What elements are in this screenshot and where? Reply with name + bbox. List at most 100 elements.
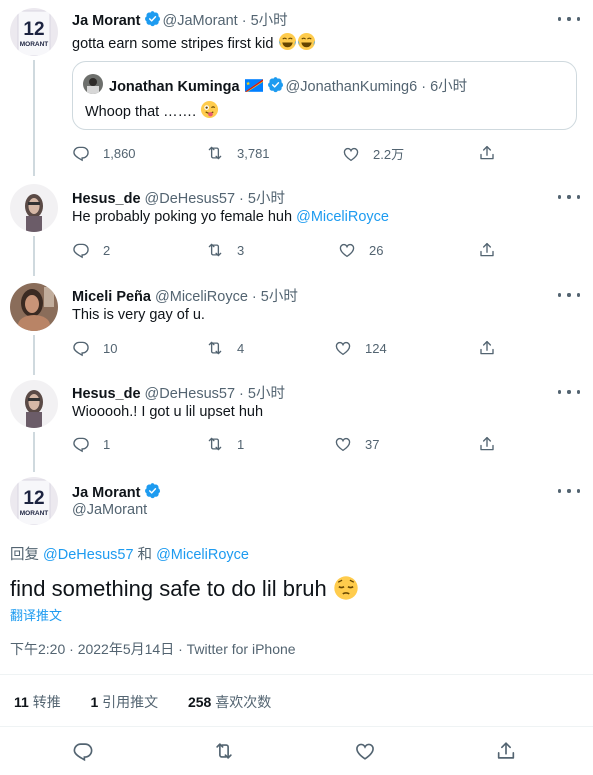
reply-joiner: 和 (133, 547, 157, 563)
reply-button[interactable]: 1,860 (72, 144, 136, 162)
translate-label[interactable]: 翻译推文 (10, 608, 62, 623)
tweet-text: He probably poking yo female huh @Miceli… (72, 209, 389, 225)
avatar (83, 74, 103, 94)
tweet-timestamp[interactable]: 下午2:20 · 2022年5月14日 · Twitter for iPhone (10, 641, 296, 657)
retweets-label: 转推 (32, 694, 61, 710)
reply-count: 1,860 (103, 145, 136, 161)
retweet-button[interactable] (213, 740, 235, 762)
retweet-button[interactable]: 3 (206, 241, 244, 259)
share-icon (478, 241, 496, 259)
verified-icon (144, 10, 161, 27)
mention-link[interactable]: @DeHesus57 (43, 547, 133, 563)
reply-button[interactable]: 2 (72, 241, 110, 259)
share-button[interactable] (478, 144, 496, 162)
main-tweet-text: find something safe to do lil bruh (10, 575, 359, 602)
likes-count: 258 (187, 694, 212, 710)
more-options-icon[interactable] (558, 483, 580, 499)
tweet-text-content: Wiooooh.! I got u lil upset huh (72, 404, 264, 420)
reply-icon (72, 339, 90, 357)
quotes-stat[interactable]: 1 引用推文 (90, 694, 158, 710)
more-options-icon[interactable] (558, 287, 580, 303)
reply-button[interactable]: 1 (72, 435, 110, 453)
author-handle[interactable]: @DeHesus57 (145, 386, 235, 402)
share-button[interactable] (478, 339, 496, 357)
like-count: 37 (365, 436, 380, 452)
author-name[interactable]: Hesus_de (72, 191, 141, 207)
more-options-icon[interactable] (558, 384, 580, 400)
tweet-text-content: This is very gay of u. (72, 307, 205, 323)
like-button[interactable]: 2.2万 (342, 144, 404, 163)
reply-icon (72, 144, 90, 162)
tweet-stats: 11 转推 1 引用推文 258 喜欢次数 (14, 692, 271, 712)
avatar[interactable] (10, 184, 58, 232)
retweet-count: 4 (237, 340, 245, 356)
more-options-icon[interactable] (558, 189, 580, 205)
like-button[interactable]: 26 (338, 241, 383, 259)
tweet-actions: 1,860 3,781 2.2万 (72, 144, 577, 164)
share-icon (495, 740, 517, 762)
tweet-meta: 下午2:20 · 2022年5月14日 · Twitter for iPhone (10, 639, 296, 659)
avatar[interactable] (10, 380, 58, 428)
author-name[interactable]: Hesus_de (72, 386, 141, 402)
author-handle[interactable]: @JaMorant (163, 13, 238, 29)
like-count: 124 (365, 340, 387, 356)
author-name[interactable]: Ja Morant (72, 485, 141, 501)
retweet-count: 3 (237, 242, 245, 258)
like-icon (354, 740, 376, 762)
tweet-time[interactable]: 5小时 (261, 289, 298, 305)
quoted-tweet-text: Whoop that ……. (85, 100, 219, 120)
avatar[interactable] (10, 283, 58, 331)
author-name: Jonathan Kuminga (109, 79, 240, 95)
reply-icon (72, 740, 94, 762)
more-options-icon[interactable] (558, 11, 580, 27)
share-button[interactable] (478, 435, 496, 453)
tweet-header: Hesus_de @DeHesus57 · 5小时 (72, 386, 285, 402)
author-name[interactable]: Ja Morant (72, 13, 141, 29)
retweet-button[interactable]: 3,781 (206, 144, 270, 162)
mention-link[interactable]: @MiceliRoyce (296, 209, 389, 225)
author-handle[interactable]: @MiceliRoyce (155, 289, 248, 305)
retweet-icon (206, 144, 224, 162)
reply-context: 回复 @DeHesus57 和 @MiceliRoyce (10, 543, 249, 564)
avatar[interactable] (10, 477, 58, 525)
quoted-tweet-header: Jonathan Kuminga @JonathanKuming6 · 6小时 (109, 75, 467, 96)
tweet-time[interactable]: 5小时 (248, 386, 285, 402)
reply-button[interactable]: 10 (72, 339, 117, 357)
like-button[interactable]: 124 (334, 339, 387, 357)
author-name[interactable]: Miceli Peña (72, 289, 151, 305)
thread-line (33, 236, 35, 276)
share-icon (478, 144, 496, 162)
likes-stat[interactable]: 258 喜欢次数 (188, 694, 271, 710)
retweet-icon (206, 435, 224, 453)
verified-icon (267, 76, 284, 93)
share-button[interactable] (495, 740, 517, 762)
author-handle[interactable]: @JaMorant (72, 502, 147, 518)
like-button[interactable] (354, 740, 376, 762)
tweet-time[interactable]: 5小时 (248, 191, 285, 207)
tweet-text-content: gotta earn some stripes first kid (72, 36, 274, 52)
likes-label: 喜欢次数 (215, 694, 272, 710)
retweet-button[interactable]: 4 (206, 339, 244, 357)
like-icon (342, 145, 360, 163)
like-button[interactable]: 37 (334, 435, 379, 453)
retweet-icon (213, 740, 235, 762)
retweets-stat[interactable]: 11 转推 (14, 694, 61, 710)
reply-button[interactable] (72, 740, 94, 762)
quotes-count: 1 (90, 694, 99, 710)
author-handle[interactable]: @DeHesus57 (145, 191, 235, 207)
tweet-text: Wiooooh.! I got u lil upset huh (72, 404, 263, 420)
reply-icon (72, 435, 90, 453)
main-author-name-row: Ja Morant (72, 482, 163, 501)
like-count: 2.2万 (373, 147, 405, 162)
retweet-button[interactable]: 1 (206, 435, 244, 453)
share-button[interactable] (478, 241, 496, 259)
thread-line (33, 335, 35, 375)
main-tweet-actions (72, 740, 532, 762)
quoted-tweet[interactable]: Jonathan Kuminga @JonathanKuming6 · 6小时 … (72, 61, 577, 130)
mention-link[interactable]: @MiceliRoyce (156, 547, 249, 563)
retweets-count: 11 (14, 694, 29, 710)
tweet-time[interactable]: 5小时 (251, 13, 288, 29)
retweet-count: 3,781 (237, 145, 270, 161)
avatar[interactable] (10, 8, 58, 56)
translate-link[interactable]: 翻译推文 (10, 605, 62, 624)
